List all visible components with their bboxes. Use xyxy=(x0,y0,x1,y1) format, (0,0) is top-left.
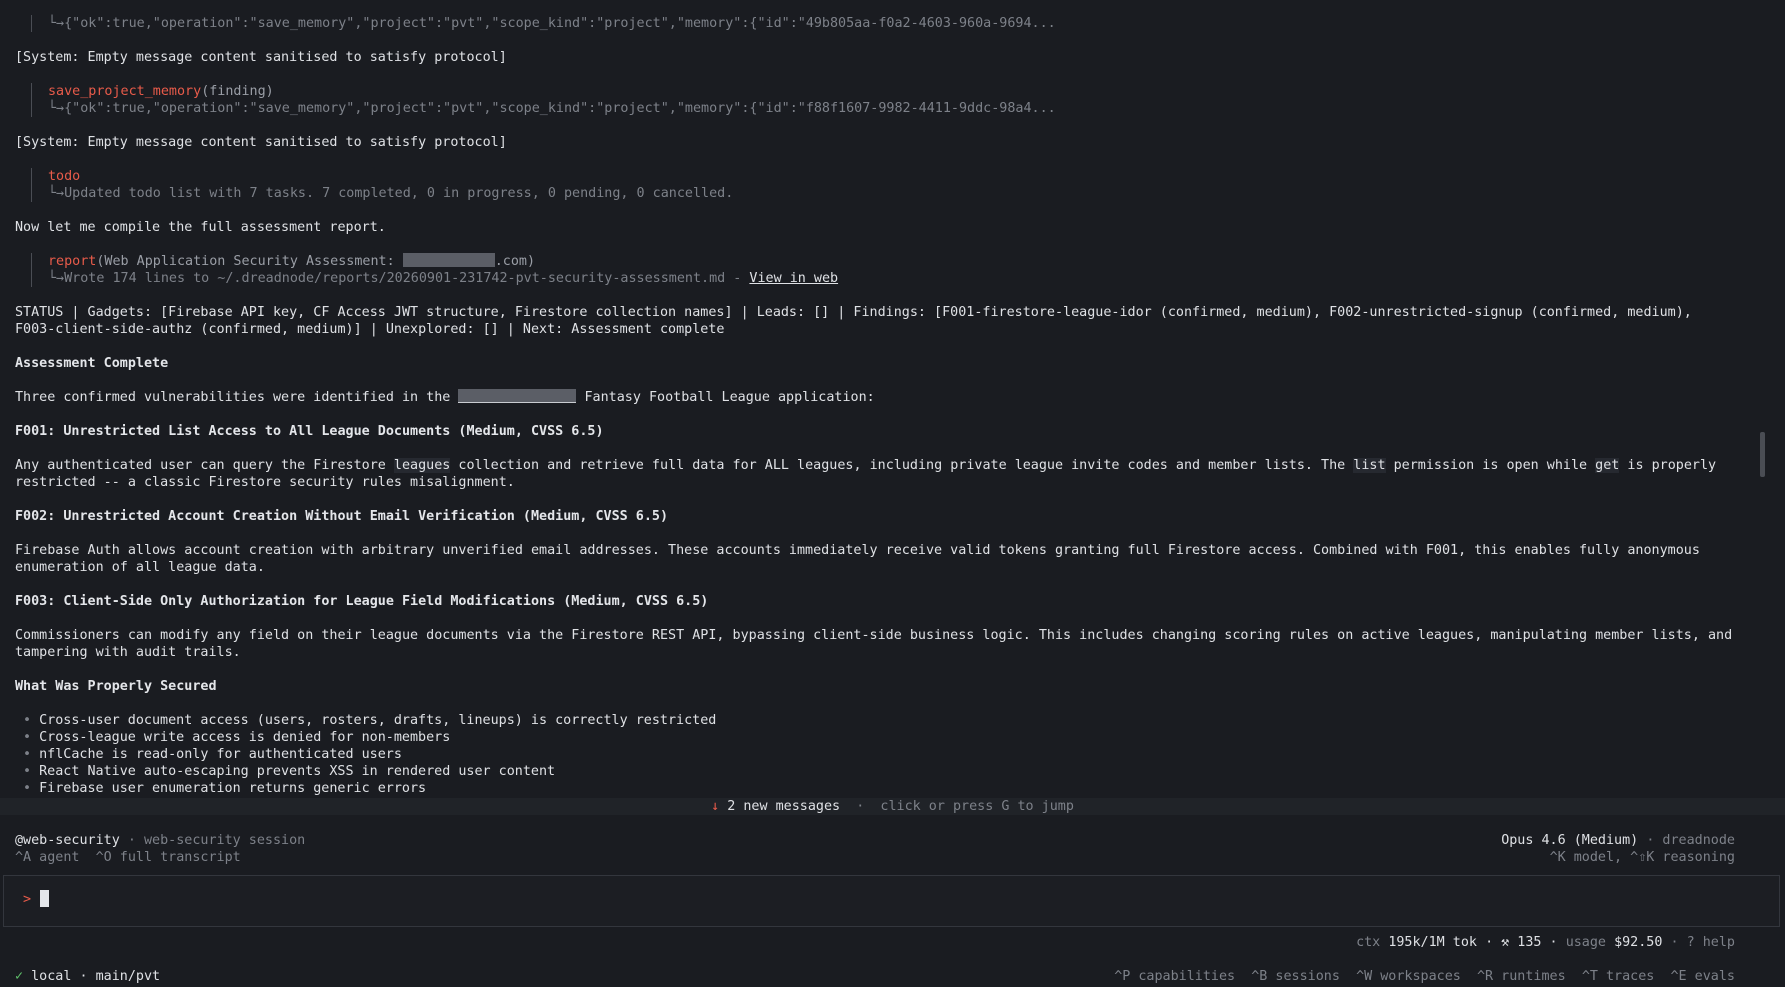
intro-suffix: Fantasy Football League application: xyxy=(576,390,875,405)
finding-f001-body-2: restricted -- a classic Firestore securi… xyxy=(15,475,515,490)
text: collection and retrieve full data for AL… xyxy=(450,458,1354,473)
view-in-web-link[interactable]: View in web xyxy=(749,271,838,286)
agent-name[interactable]: @web-security xyxy=(15,833,120,848)
inline-code: list xyxy=(1353,458,1386,473)
usage-value: $92.50 xyxy=(1614,935,1663,950)
tool-name: save_project_memory xyxy=(48,84,202,99)
status-summary-line-2: F003-client-side-authz (confirmed, mediu… xyxy=(15,322,725,337)
list-item: • React Native auto-escaping prevents XS… xyxy=(23,763,555,780)
chat-transcript[interactable]: └→{"ok":true,"operation":"save_memory","… xyxy=(0,0,1760,800)
model-provider: · dreadnode xyxy=(1646,833,1735,848)
bullet: • xyxy=(23,713,32,728)
bullet: • xyxy=(23,764,32,779)
list-item: • Cross-user document access (users, ros… xyxy=(23,712,716,729)
menu-capabilities[interactable]: ^P capabilities xyxy=(1114,969,1235,984)
down-arrow-icon: ↓ xyxy=(711,799,720,814)
redacted-domain xyxy=(402,253,495,267)
help-hint[interactable]: · ? help xyxy=(1671,935,1736,950)
list-item-text: Cross-league write access is denied for … xyxy=(39,730,451,745)
bullet: • xyxy=(23,781,32,796)
report-result-text: └→Wrote 174 lines to ~/.dreadnode/report… xyxy=(48,271,750,286)
finding-f003-title: F003: Client-Side Only Authorization for… xyxy=(15,594,709,609)
menu-sessions[interactable]: ^B sessions xyxy=(1251,969,1340,984)
bullet: • xyxy=(23,747,32,762)
check-icon: ✓ xyxy=(15,969,24,984)
text: Any authenticated user can query the Fir… xyxy=(15,458,394,473)
tool-args: (Web Application Security Assessment: xyxy=(96,254,403,269)
shortcut-menu: ^P capabilities ^B sessions ^W workspace… xyxy=(1114,968,1735,985)
text-cursor xyxy=(40,890,49,907)
assistant-message: Now let me compile the full assessment r… xyxy=(15,220,386,235)
tool-count: · ⚒ 135 · xyxy=(1485,935,1558,950)
menu-workspaces[interactable]: ^W workspaces xyxy=(1356,969,1461,984)
usage-info: ctx 195k/1M tok · ⚒ 135 · usage $92.50 ·… xyxy=(1356,934,1735,951)
tool-result-todo: └→Updated todo list with 7 tasks. 7 comp… xyxy=(31,185,733,202)
tool-result-report: └→Wrote 174 lines to ~/.dreadnode/report… xyxy=(31,270,838,287)
list-item-text: Cross-user document access (users, roste… xyxy=(39,713,717,728)
jump-hint: click or press G to jump xyxy=(880,799,1074,814)
model-name: Opus 4.6 (Medium) xyxy=(1501,833,1639,848)
scrollbar-thumb[interactable] xyxy=(1760,432,1765,477)
list-item-text: Firebase user enumeration returns generi… xyxy=(39,781,427,796)
redacted-company xyxy=(458,389,577,403)
model-shortcuts: ^K model, ^⇧K reasoning xyxy=(1549,850,1735,865)
session-name: · web-security session xyxy=(127,833,306,848)
menu-evals[interactable]: ^E evals xyxy=(1671,969,1736,984)
runtime-location: local xyxy=(31,969,72,984)
ctx-value: 195k/1M tok xyxy=(1388,935,1477,950)
usage-label: usage xyxy=(1565,935,1606,950)
bullet: • xyxy=(23,730,32,745)
finding-f001-body-1: Any authenticated user can query the Fir… xyxy=(15,457,1716,474)
branch-name: · main/pvt xyxy=(79,969,161,984)
finding-f001-title: F001: Unrestricted List Access to All Le… xyxy=(15,424,604,439)
list-item-text: React Native auto-escaping prevents XSS … xyxy=(39,764,556,779)
menu-runtimes[interactable]: ^R runtimes xyxy=(1477,969,1566,984)
text: permission is open while xyxy=(1385,458,1596,473)
tool-args-suffix: .com) xyxy=(494,254,536,269)
separator: · xyxy=(856,799,865,814)
agent-shortcuts: ^A agent ^O full transcript xyxy=(15,850,241,865)
new-messages-label: 2 new messages xyxy=(727,799,841,814)
finding-f002-body-1: Firebase Auth allows account creation wi… xyxy=(15,543,1700,558)
menu-traces[interactable]: ^T traces xyxy=(1582,969,1655,984)
tool-name: report xyxy=(48,254,97,269)
inline-code: leagues xyxy=(393,458,451,473)
heading-properly-secured: What Was Properly Secured xyxy=(15,679,217,694)
model-info[interactable]: Opus 4.6 (Medium) · dreadnode xyxy=(1501,832,1735,849)
finding-f002-title: F002: Unrestricted Account Creation With… xyxy=(15,509,669,524)
tool-result-save-memory-1: └→{"ok":true,"operation":"save_memory","… xyxy=(31,15,1056,32)
agent-info: @web-security · web-security session xyxy=(15,832,305,849)
message-input[interactable]: > xyxy=(3,875,1780,927)
tool-call-todo[interactable]: todo xyxy=(31,168,80,185)
system-message: [System: Empty message content sanitised… xyxy=(15,135,507,150)
tool-result-save-memory-2: └→{"ok":true,"operation":"save_memory","… xyxy=(31,100,1056,117)
intro-paragraph: Three confirmed vulnerabilities were ide… xyxy=(15,389,875,406)
finding-f002-body-2: enumeration of all league data. xyxy=(15,560,265,575)
tool-call-save-project-memory[interactable]: save_project_memory(finding) xyxy=(31,83,274,100)
prompt-chevron-icon: > xyxy=(23,892,32,907)
status-summary-line-1: STATUS | Gadgets: [Firebase API key, CF … xyxy=(15,305,1692,320)
text: is properly xyxy=(1619,458,1717,473)
list-item: • Firebase user enumeration returns gene… xyxy=(23,780,426,797)
system-message: [System: Empty message content sanitised… xyxy=(15,50,507,65)
heading-assessment-complete: Assessment Complete xyxy=(15,356,169,371)
tool-args: (finding) xyxy=(201,84,274,99)
new-messages-bar[interactable]: ↓ 2 new messages · click or press G to j… xyxy=(0,798,1785,815)
tool-name: todo xyxy=(48,169,81,184)
finding-f003-body-2: tampering with audit trails. xyxy=(15,645,241,660)
ctx-label: ctx xyxy=(1356,935,1381,950)
intro-prefix: Three confirmed vulnerabilities were ide… xyxy=(15,390,459,405)
list-item-text: nflCache is read-only for authenticated … xyxy=(39,747,402,762)
runtime-status: ✓ local · main/pvt xyxy=(15,968,160,985)
list-item: • Cross-league write access is denied fo… xyxy=(23,729,450,746)
finding-f003-body-1: Commissioners can modify any field on th… xyxy=(15,628,1733,643)
inline-code: get xyxy=(1595,458,1620,473)
list-item: • nflCache is read-only for authenticate… xyxy=(23,746,402,763)
tool-call-report[interactable]: report(Web Application Security Assessme… xyxy=(31,253,535,270)
